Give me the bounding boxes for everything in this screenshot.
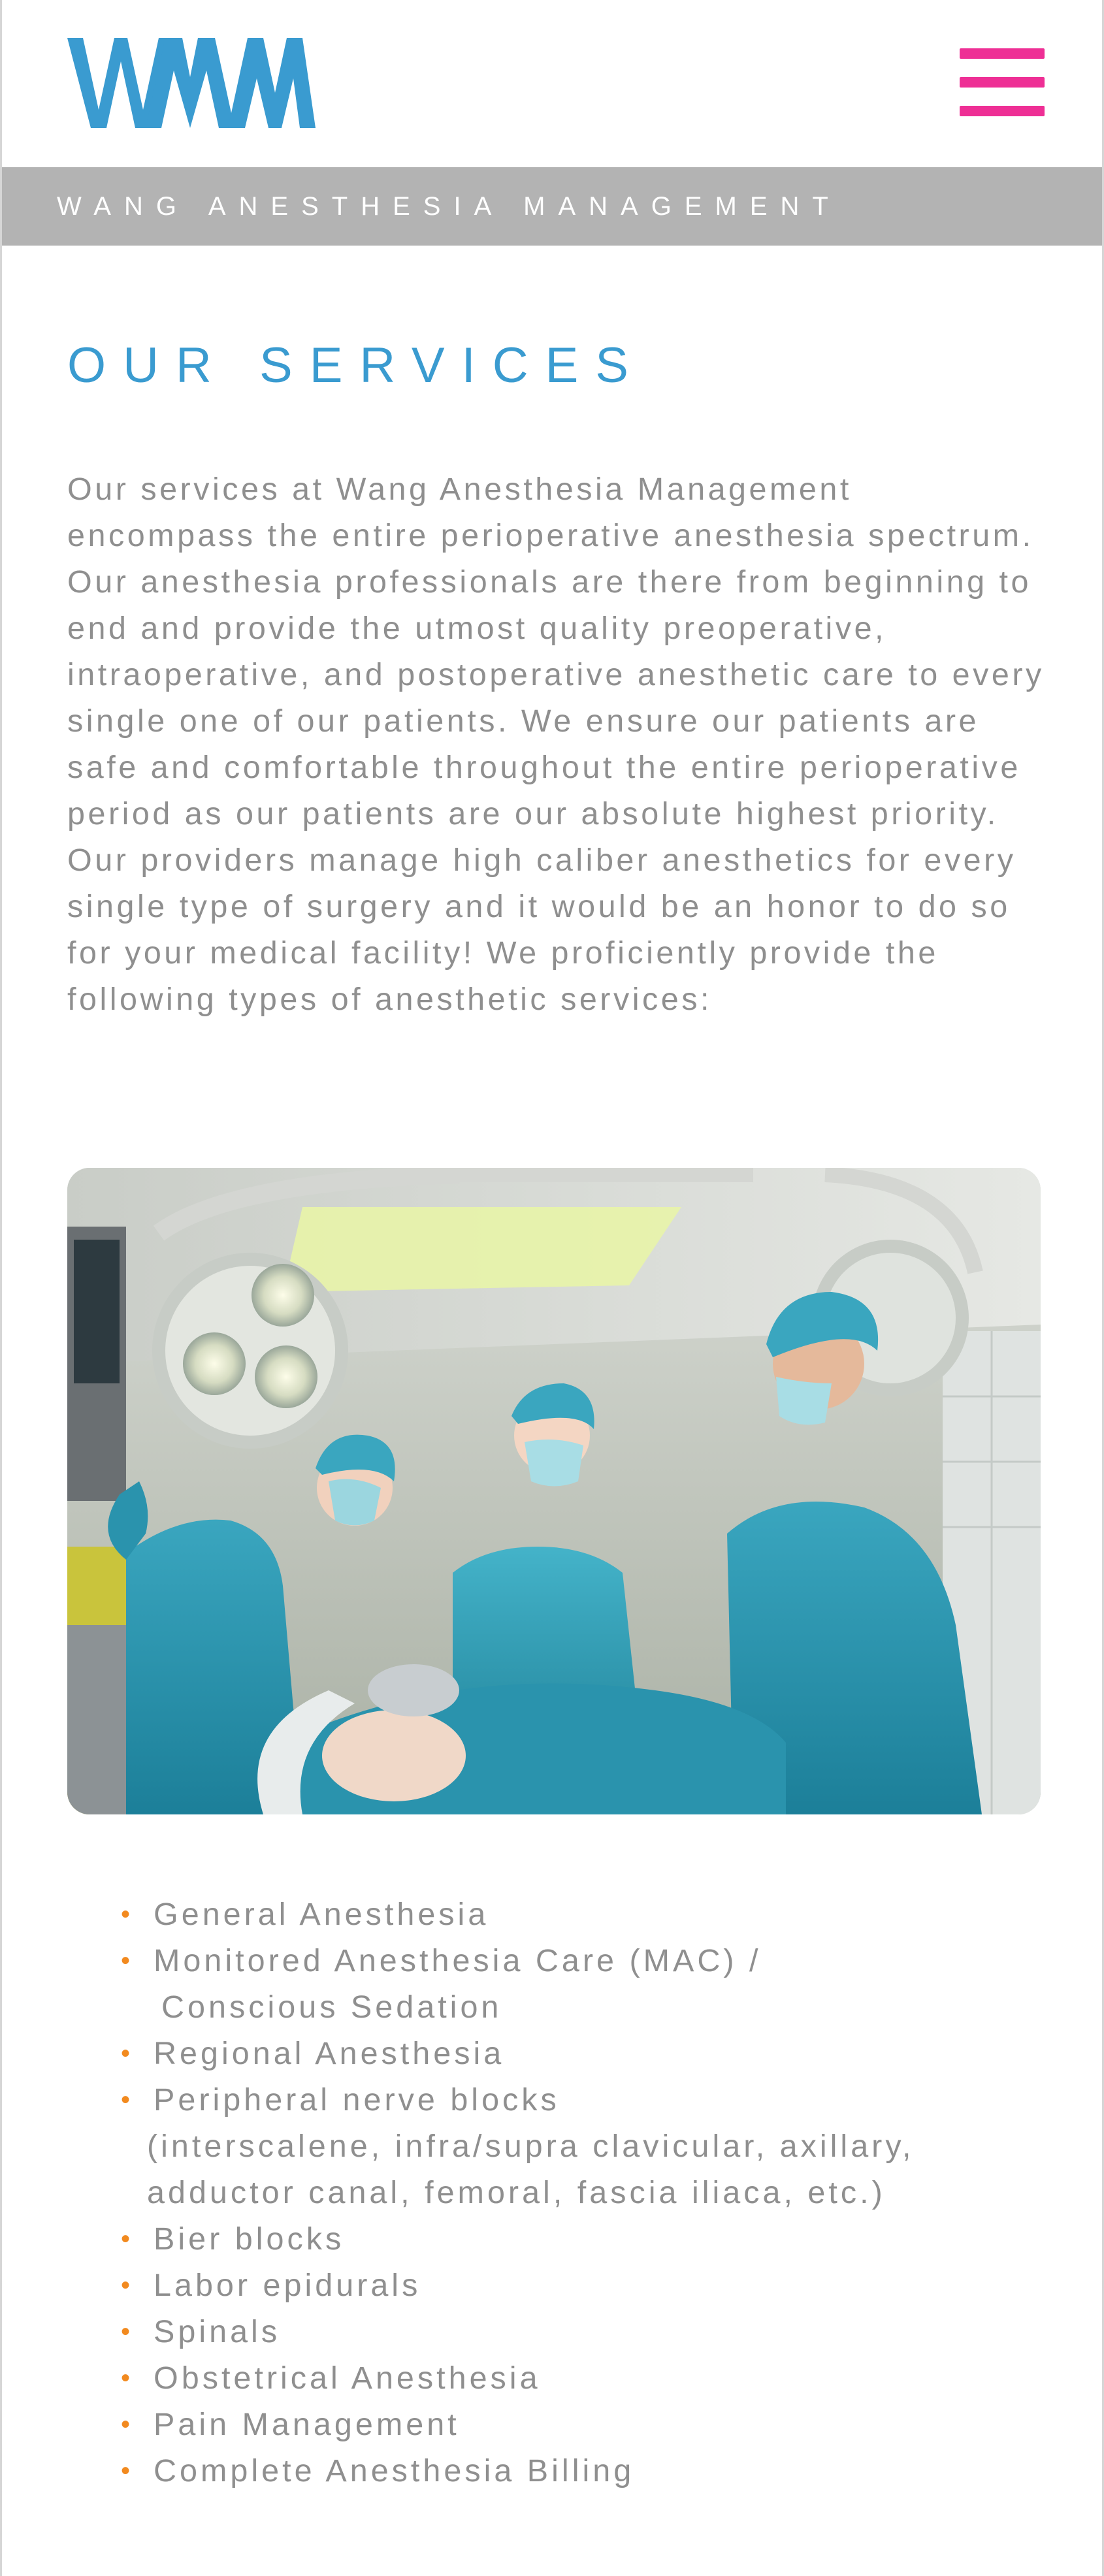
menu-button[interactable] [960,48,1045,116]
service-sublabel: (interscalene, infra/supra clavicular, a… [147,2129,915,2164]
service-sublabel: adductor canal, femoral, fascia iliaca, … [147,2175,886,2210]
bullet-dot-icon: • [121,2271,134,2300]
bullet-dot-icon: • [121,1946,134,1975]
service-label: Pain Management [154,2407,460,2442]
service-label: Spinals [154,2314,281,2349]
brand-banner: WANG ANESTHESIA MANAGEMENT [2,167,1102,246]
wam-logo[interactable] [67,38,316,129]
bullet-dot-icon: • [121,2039,134,2068]
bullet-dot-icon: • [121,2317,134,2346]
list-item: • Complete Anesthesia Billing [2,2448,1102,2494]
list-item: • Bier blocks [2,2216,1102,2262]
service-label: Labor epidurals [154,2268,421,2303]
service-label: General Anesthesia [154,1897,489,1932]
banner-text: WANG ANESTHESIA MANAGEMENT [57,192,841,221]
hamburger-menu-icon [960,48,1045,59]
bullet-dot-icon: • [121,1900,134,1929]
hamburger-menu-icon-bar [960,106,1045,116]
list-item: • General Anesthesia [2,1892,1102,1938]
intro-paragraph: Our services at Wang Anesthesia Manageme… [67,472,1045,1017]
bullet-dot-icon: • [121,2410,134,2439]
service-label: Bier blocks [154,2221,345,2257]
bullet-dot-icon: • [121,2085,134,2114]
list-item: • Regional Anesthesia [2,2031,1102,2077]
bullet-dot-icon: • [121,2364,134,2392]
service-label: Complete Anesthesia Billing [154,2453,635,2488]
operating-room-photo [67,1168,1041,1814]
list-item: • Monitored Anesthesia Care (MAC) / Consci… [2,1938,1102,2031]
list-item: • Pain Management [2,2402,1102,2448]
service-label: Peripheral nerve blocks [154,2082,560,2117]
list-item: • Obstetrical Anesthesia [2,2355,1102,2402]
service-label: Regional Anesthesia [154,2036,505,2071]
bullet-dot-icon: • [121,2456,134,2485]
page-title: OUR SERVICES [67,338,645,393]
service-sublabel: Conscious Sedation [161,1989,502,2025]
bullet-dot-icon: • [121,2225,134,2253]
list-item: • Spinals [2,2309,1102,2355]
service-label: Obstetrical Anesthesia [154,2360,541,2396]
hamburger-menu-icon-bar [960,77,1045,88]
wam-logo-icon [67,38,316,128]
list-item: • Peripheral nerve blocks (interscalene, i… [2,2077,1102,2216]
services-list: • General Anesthesia • Monitored Anesthesi… [2,1892,1102,2494]
list-item: • Labor epidurals [2,2262,1102,2309]
site-header [2,0,1102,167]
service-label: Monitored Anesthesia Care (MAC) / [154,1943,762,1978]
operating-room-illustration [67,1168,1041,1814]
